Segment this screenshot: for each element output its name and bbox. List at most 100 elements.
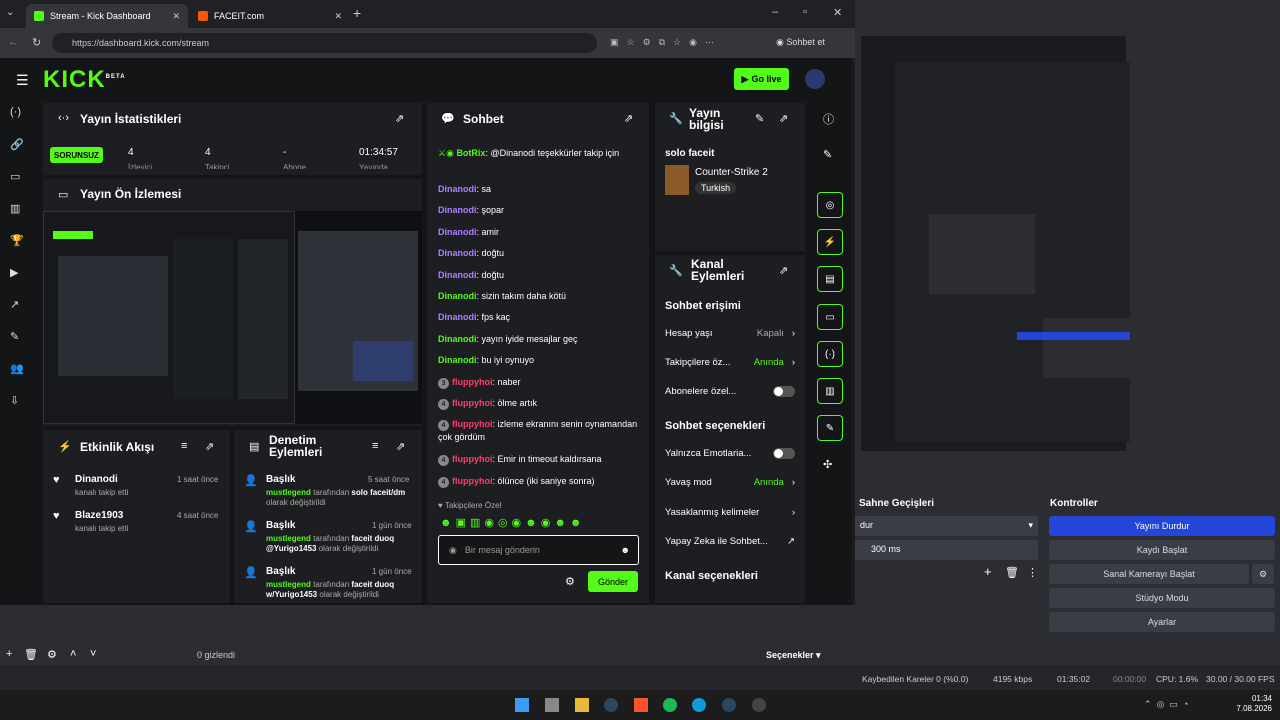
chat-input[interactable]: ◉ Bir mesaj gönderin ☻: [438, 535, 639, 565]
add-icon[interactable]: +: [6, 648, 12, 660]
back-icon[interactable]: ←: [8, 36, 19, 48]
chat-user[interactable]: Dinanodi: [438, 291, 477, 301]
spotify-icon[interactable]: [663, 698, 677, 712]
chat-user[interactable]: Dinanodi: [438, 334, 477, 344]
upload-nav-icon[interactable]: ⇩: [10, 394, 32, 426]
obs-icon[interactable]: [752, 698, 766, 712]
trophy-nav-icon[interactable]: 🏆: [10, 234, 32, 266]
setting-row[interactable]: Yavaş mod Anında ›: [665, 477, 795, 488]
window-nav-icon[interactable]: ▭: [10, 170, 32, 202]
info-icon[interactable]: ⓘ: [823, 111, 834, 127]
setting-row[interactable]: Takipçilere öz... Anında ›: [665, 357, 795, 368]
chat-user[interactable]: Dinanodi: [438, 312, 477, 322]
video-nav-icon[interactable]: ▶: [10, 266, 32, 298]
send-button[interactable]: Gönder: [588, 571, 638, 592]
chat-action-icon[interactable]: ▭: [817, 304, 843, 330]
chat-user[interactable]: fluppyhoi: [452, 398, 493, 408]
tab-kick[interactable]: Stream - Kick Dashboard ✕: [26, 4, 188, 28]
folder-icon[interactable]: [575, 698, 589, 712]
emote-bar[interactable]: ☻▣▥◉◎◉☻◉☻☻: [440, 516, 585, 529]
wrench-nav-icon[interactable]: ✎: [10, 330, 32, 362]
extensions-icons[interactable]: ▣☆⚙⧉☆◉⋯: [610, 37, 722, 48]
hamburger-menu-icon[interactable]: ☰: [16, 72, 29, 89]
filter-icon[interactable]: ≡: [372, 440, 378, 452]
broadcast-action-icon[interactable]: (·): [817, 341, 843, 367]
popout-icon[interactable]: ⇗: [779, 264, 788, 277]
url-input[interactable]: https://dashboard.kick.com/stream: [52, 33, 597, 53]
more-icon[interactable]: ⋮: [1027, 566, 1038, 579]
gear-icon[interactable]: ⚙: [1252, 564, 1274, 584]
popout-icon[interactable]: ⇗: [624, 112, 633, 125]
setting-row[interactable]: Hesap yaşı Kapalı ›: [665, 328, 795, 339]
trash-icon[interactable]: 🗑: [24, 648, 38, 661]
start-recording-button[interactable]: Kaydı Başlat: [1049, 540, 1275, 560]
lightning-action-icon[interactable]: ⚡: [817, 229, 843, 255]
reload-icon[interactable]: ↻: [32, 36, 41, 49]
toggle-switch[interactable]: [773, 386, 795, 397]
chat-user[interactable]: BotRix: [456, 148, 485, 158]
start-icon[interactable]: [515, 698, 529, 712]
steam2-icon[interactable]: [722, 698, 736, 712]
chat-user[interactable]: fluppyhoi: [452, 476, 493, 486]
stop-stream-button[interactable]: Yayını Durdur: [1049, 516, 1275, 536]
virtual-camera-button[interactable]: Sanal Kamerayı Başlat: [1049, 564, 1249, 584]
users-nav-icon[interactable]: 👥: [10, 362, 32, 394]
up-icon[interactable]: ˄: [70, 648, 76, 660]
layout-action-icon[interactable]: ▥: [817, 378, 843, 404]
close-icon[interactable]: ✕: [334, 11, 342, 22]
studio-mode-button[interactable]: Stüdyo Modu: [1049, 588, 1275, 608]
emoji-icon[interactable]: ☻: [621, 545, 630, 555]
chat-user[interactable]: Dinanodi: [438, 248, 477, 258]
link-nav-icon[interactable]: 🔗: [10, 138, 32, 170]
transition-select[interactable]: dur ▾: [855, 516, 1038, 536]
steam-icon[interactable]: [604, 698, 618, 712]
chat-user[interactable]: Dinanodi: [438, 270, 477, 280]
chat-user[interactable]: Dinanodi: [438, 205, 477, 215]
popout-icon[interactable]: ⇗: [396, 440, 405, 453]
wrench-action-icon[interactable]: ✎: [817, 415, 843, 441]
popout-icon[interactable]: ⇗: [395, 112, 404, 125]
maximize-button[interactable]: ▫: [803, 6, 807, 18]
avatar[interactable]: [805, 69, 825, 89]
filter-icon[interactable]: ≡: [181, 440, 187, 452]
down-icon[interactable]: ˅: [90, 648, 96, 660]
chart-nav-icon[interactable]: ↗: [10, 298, 32, 330]
settings-button[interactable]: Ayarlar: [1049, 612, 1275, 632]
minimize-button[interactable]: –: [772, 6, 778, 18]
clock[interactable]: 01:34 7.08.2026: [1228, 694, 1272, 714]
popout-icon[interactable]: ⇗: [779, 112, 788, 125]
toggle-switch[interactable]: [773, 448, 795, 459]
close-window-button[interactable]: ✕: [833, 6, 842, 19]
options-button[interactable]: Seçenekler ▾: [766, 650, 821, 661]
new-tab-button[interactable]: +: [353, 5, 361, 21]
stream-nav-icon[interactable]: (·): [10, 106, 32, 138]
setting-row[interactable]: Abonelere özel...: [665, 386, 795, 397]
popout-icon[interactable]: ⇗: [205, 440, 214, 453]
chat-user[interactable]: fluppyhoi: [452, 419, 493, 429]
close-icon[interactable]: ✕: [172, 11, 180, 22]
tab-faceit[interactable]: FACEIT.com ✕: [190, 4, 350, 28]
setting-row[interactable]: Yalnızca Emotlaria...: [665, 448, 795, 459]
task-view-icon[interactable]: [545, 698, 559, 712]
copilot-button[interactable]: ◉ Sohbet et: [776, 37, 825, 48]
chat-user[interactable]: fluppyhoi: [452, 454, 493, 464]
chat-user[interactable]: Dinanodi: [438, 227, 477, 237]
trash-icon[interactable]: 🗑: [1005, 566, 1019, 579]
duration-input[interactable]: 300 ms: [855, 540, 1038, 560]
setting-row[interactable]: Yapay Zeka ile Sohbet... ↗: [665, 536, 795, 547]
edge-icon[interactable]: [692, 698, 706, 712]
pen-icon[interactable]: ✎: [823, 148, 832, 161]
tray-icons[interactable]: ⌃◎▭◔: [1144, 699, 1193, 710]
analytics-nav-icon[interactable]: ▥: [10, 202, 32, 234]
brave-icon[interactable]: [634, 698, 648, 712]
edit-icon[interactable]: ✎: [755, 112, 764, 125]
chat-user[interactable]: Dinanodi: [438, 184, 477, 194]
gear-icon[interactable]: ⚙: [47, 648, 57, 661]
shuffle-icon[interactable]: ✣: [823, 458, 832, 471]
chat-user[interactable]: Dinanodi: [438, 355, 477, 365]
go-live-button[interactable]: ▶ Go live: [734, 68, 789, 90]
chat-user[interactable]: fluppyhoi: [452, 377, 493, 387]
tab-list-button[interactable]: ⌄: [6, 7, 20, 21]
chat-settings-icon[interactable]: ⚙: [565, 575, 575, 588]
add-icon[interactable]: +: [984, 564, 992, 579]
